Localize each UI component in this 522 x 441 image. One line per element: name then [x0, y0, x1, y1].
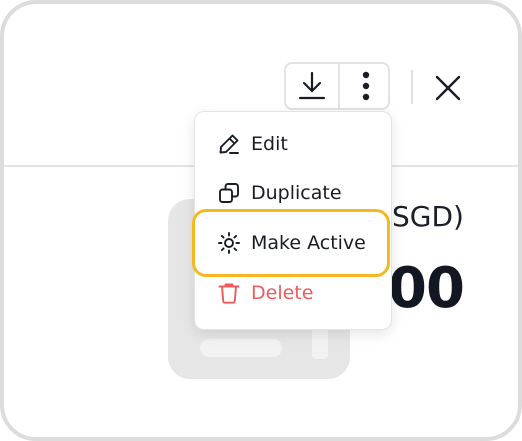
dialog-window: SGD) 00 Edit Duplicate Make Active Delet… — [0, 0, 522, 441]
menu-item-duplicate[interactable]: Duplicate — [195, 169, 391, 217]
action-button-group — [284, 62, 390, 110]
more-options-button[interactable] — [340, 64, 392, 108]
currency-heading: SGD) — [392, 200, 464, 233]
pencil-icon — [219, 134, 239, 154]
menu-item-label: Edit — [251, 133, 288, 155]
download-icon — [298, 71, 326, 100]
trash-icon — [218, 283, 240, 304]
illustration-bar — [200, 339, 282, 357]
menu-item-delete[interactable]: Delete — [195, 269, 391, 317]
sun-icon — [218, 232, 240, 254]
toolbar-divider — [411, 70, 413, 104]
more-vertical-icon — [362, 71, 370, 101]
close-button[interactable] — [428, 68, 468, 108]
menu-item-label: Duplicate — [251, 182, 342, 204]
duplicate-icon — [219, 183, 239, 203]
menu-item-label: Delete — [251, 282, 314, 304]
menu-item-edit[interactable]: Edit — [195, 120, 391, 168]
balance-amount: 00 — [388, 256, 465, 321]
close-icon — [435, 75, 461, 101]
menu-item-make-active[interactable]: Make Active — [195, 219, 391, 267]
download-button[interactable] — [286, 64, 338, 108]
menu-item-label: Make Active — [251, 232, 366, 254]
more-options-menu: Edit Duplicate Make Active Delete — [194, 111, 392, 330]
